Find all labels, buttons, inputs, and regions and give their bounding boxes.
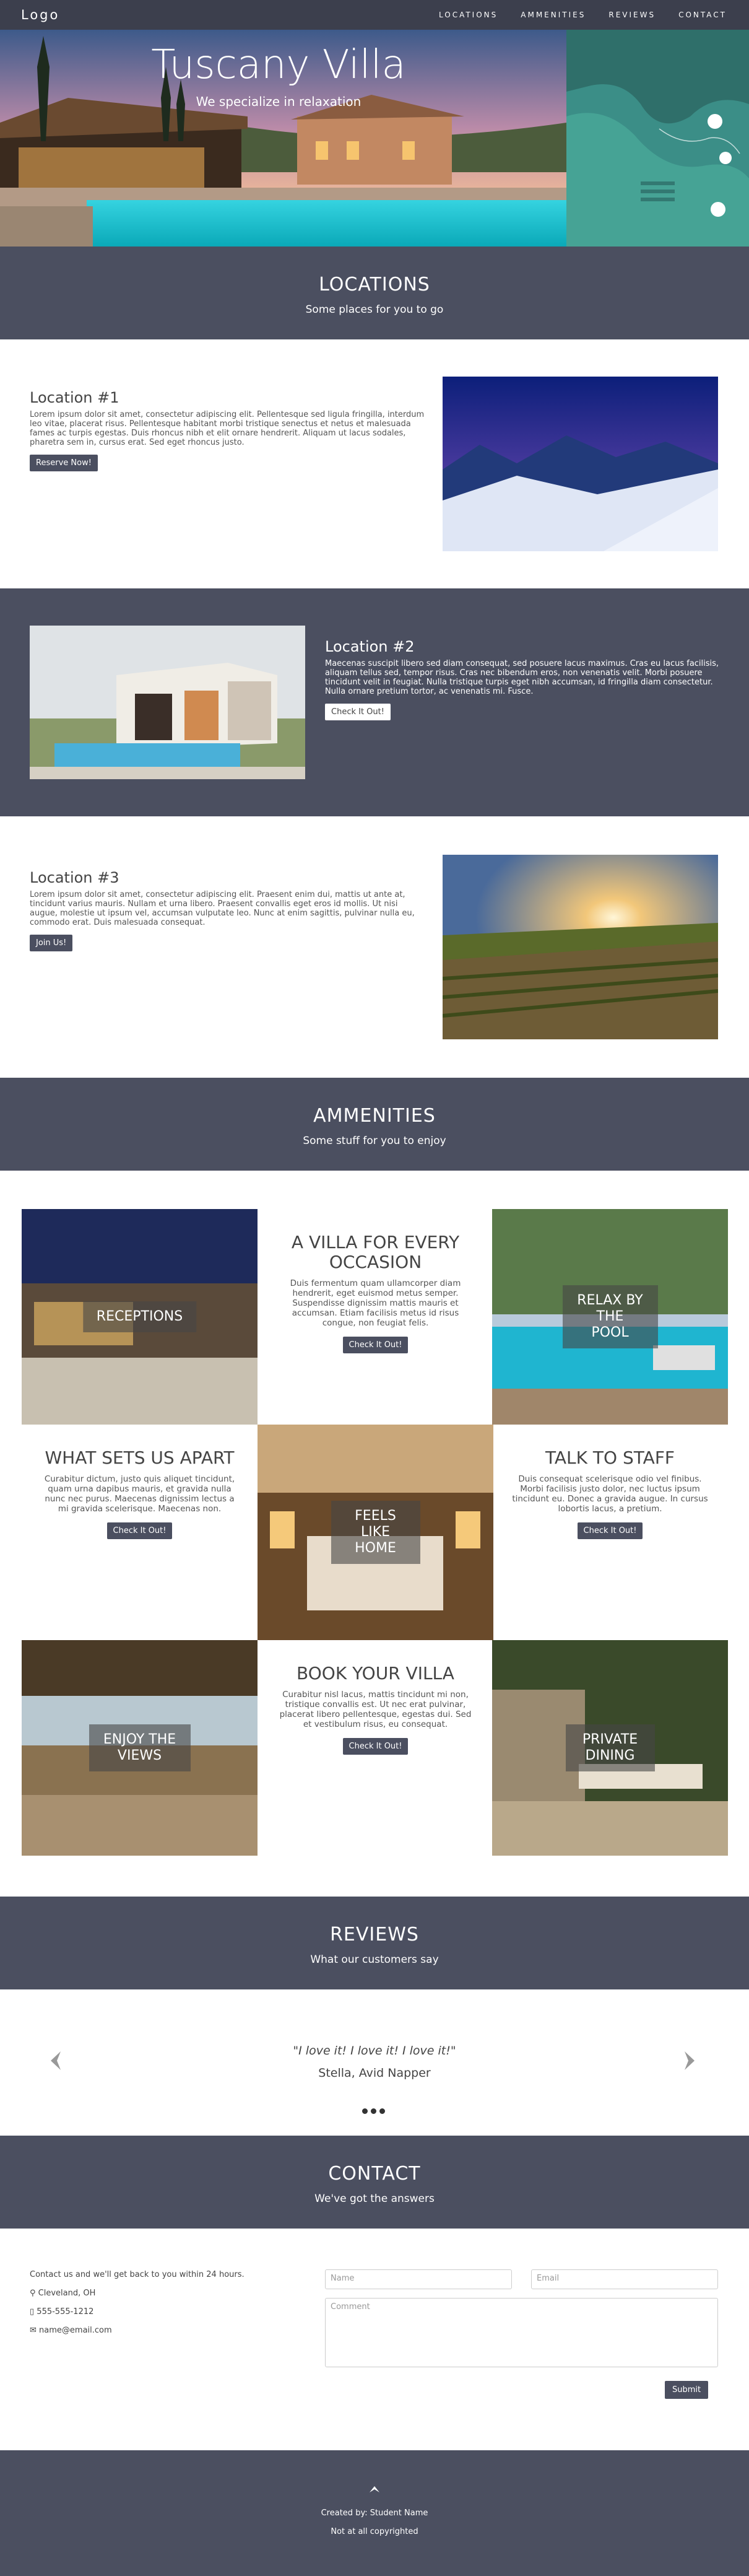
section-subtitle: We've got the answers: [314, 2193, 435, 2205]
footer-credit: Created by: Student Name: [321, 2508, 428, 2518]
amenity-caption: RECEPTIONS: [82, 1301, 197, 1332]
hero-subtitle: We specialize in relaxation: [196, 94, 362, 109]
review-author: Stella, Avid Napper: [318, 2066, 431, 2080]
chevron-right-icon[interactable]: [683, 2050, 697, 2074]
locations-header: LOCATIONS Some places for you to go: [0, 247, 749, 339]
amenity-title: WHAT SETS US APART: [45, 1447, 235, 1468]
carousel-dot[interactable]: [362, 2108, 368, 2114]
amenity-home[interactable]: FEELS LIKE HOME: [258, 1425, 493, 1640]
location-2-image: [30, 626, 305, 779]
amenity-staff: TALK TO STAFF Duis consequat scelerisque…: [492, 1425, 728, 1640]
amenity-book: BOOK YOUR VILLA Curabitur nisl lacus, ma…: [258, 1640, 493, 1856]
contact-phone: 555-555-1212: [37, 2307, 94, 2316]
amenity-text: Duis fermentum quam ullamcorper diam hen…: [290, 1278, 461, 1328]
section-title: CONTACT: [328, 2163, 421, 2185]
check-it-out-button[interactable]: Check It Out!: [106, 1522, 173, 1539]
nav-link-contact[interactable]: CONTACT: [678, 11, 727, 19]
map-graphic: [566, 30, 749, 247]
contact-email: name@email.com: [39, 2326, 112, 2335]
location-1: Location #1 Lorem ipsum dolor sit amet, …: [0, 339, 749, 588]
location-2: Location #2 Maecenas suscipit libero sed…: [0, 588, 749, 816]
join-us-button[interactable]: Join Us!: [30, 935, 73, 951]
amenity-text: Curabitur nisl lacus, mattis tincidunt m…: [279, 1690, 472, 1729]
check-it-out-button[interactable]: Check It Out!: [342, 1738, 409, 1755]
review-quote: "I love it! I love it! I love it!": [293, 2044, 456, 2058]
reviews-header: REVIEWS What our customers say: [0, 1897, 749, 1989]
section-title: LOCATIONS: [319, 274, 430, 295]
check-it-out-button[interactable]: Check It Out!: [577, 1522, 643, 1539]
location-3-image: [443, 855, 718, 1039]
amenity-text: Duis consequat scelerisque odio vel fini…: [512, 1474, 708, 1514]
nav-link-locations[interactable]: LOCATIONS: [439, 11, 498, 19]
footer-copyright: Not at all copyrighted: [331, 2527, 418, 2536]
amenity-views[interactable]: ENJOY THE VIEWS: [22, 1640, 258, 1856]
contact-email-row: ✉ name@email.com: [30, 2321, 245, 2340]
location-title: Location #2: [325, 638, 415, 655]
amenity-caption: PRIVATE DINING: [565, 1724, 655, 1771]
amenity-title: BOOK YOUR VILLA: [297, 1663, 454, 1683]
footer: Created by: Student Name Not at all copy…: [0, 2450, 749, 2576]
logo[interactable]: Logo: [21, 7, 59, 22]
check-it-out-button[interactable]: Check It Out!: [342, 1337, 409, 1353]
phone-icon: ▯: [30, 2307, 35, 2316]
contact-header: CONTACT We've got the answers: [0, 2136, 749, 2229]
hero: Tuscany Villa We specialize in relaxatio…: [0, 30, 749, 247]
carousel-dot[interactable]: [371, 2108, 376, 2114]
section-subtitle: Some stuff for you to enjoy: [303, 1135, 446, 1147]
section-subtitle: What our customers say: [310, 1954, 439, 1966]
contact-location-row: ⚲ Cleveland, OH: [30, 2284, 245, 2303]
carousel-indicators: [362, 2108, 385, 2114]
location-text: Lorem ipsum dolor sit amet, consectetur …: [30, 890, 415, 927]
contact-intro: Contact us and we'll get back to you wit…: [30, 2270, 245, 2279]
amenity-villa: A VILLA FOR EVERY OCCASION Duis fermentu…: [258, 1209, 493, 1425]
hero-title: Tuscany Villa: [151, 42, 406, 88]
amenity-receptions[interactable]: RECEPTIONS: [22, 1209, 258, 1425]
nav-link-ammenities[interactable]: AMMENITIES: [521, 11, 586, 19]
map-widget[interactable]: [566, 30, 749, 247]
envelope-icon: ✉: [30, 2326, 37, 2335]
review-carousel: "I love it! I love it! I love it!" Stell…: [0, 1989, 749, 2136]
amenity-title: TALK TO STAFF: [545, 1447, 675, 1468]
contact-phone-row: ▯ 555-555-1212: [30, 2303, 245, 2321]
name-field[interactable]: Name: [325, 2269, 512, 2289]
reserve-button[interactable]: Reserve Now!: [30, 455, 98, 471]
navbar: Logo LOCATIONS AMMENITIES REVIEWS CONTAC…: [0, 0, 749, 30]
amenity-apart: WHAT SETS US APART Curabitur dictum, jus…: [22, 1425, 258, 1640]
location-text: Maecenas suscipit libero sed diam conseq…: [325, 659, 719, 696]
location-3: Location #3 Lorem ipsum dolor sit amet, …: [0, 816, 749, 1078]
chevron-up-icon[interactable]: [369, 2484, 380, 2495]
map-marker-icon: ⚲: [30, 2289, 36, 2298]
comment-field[interactable]: Comment: [325, 2298, 718, 2367]
nav-links: LOCATIONS AMMENITIES REVIEWS CONTACT: [439, 11, 727, 19]
amenity-title: A VILLA FOR EVERY OCCASION: [291, 1232, 460, 1272]
amenity-dining[interactable]: PRIVATE DINING: [492, 1640, 728, 1856]
section-title: REVIEWS: [330, 1924, 419, 1945]
contact-section: Contact us and we'll get back to you wit…: [0, 2229, 749, 2402]
submit-button[interactable]: Submit: [665, 2381, 709, 2399]
nav-link-reviews[interactable]: REVIEWS: [608, 11, 656, 19]
email-field[interactable]: Email: [531, 2269, 718, 2289]
amenity-caption: RELAX BY THE POOL: [562, 1285, 658, 1348]
section-subtitle: Some places for you to go: [305, 303, 444, 316]
carousel-dot[interactable]: [379, 2108, 385, 2114]
amenity-caption: ENJOY THE VIEWS: [89, 1724, 191, 1771]
location-1-image: [443, 377, 718, 551]
location-text: Lorem ipsum dolor sit amet, consectetur …: [30, 410, 425, 447]
amenity-caption: FEELS LIKE HOME: [331, 1501, 420, 1564]
location-title: Location #1: [30, 389, 119, 406]
amenities-header: AMMENITIES Some stuff for you to enjoy: [0, 1078, 749, 1171]
amenity-pool[interactable]: RELAX BY THE POOL: [492, 1209, 728, 1425]
location-title: Location #3: [30, 869, 119, 886]
section-title: AMMENITIES: [313, 1105, 436, 1127]
check-it-out-button[interactable]: Check It Out!: [325, 704, 391, 720]
contact-location: Cleveland, OH: [38, 2289, 96, 2298]
amenity-text: Curabitur dictum, justo quis aliquet tin…: [44, 1474, 235, 1514]
